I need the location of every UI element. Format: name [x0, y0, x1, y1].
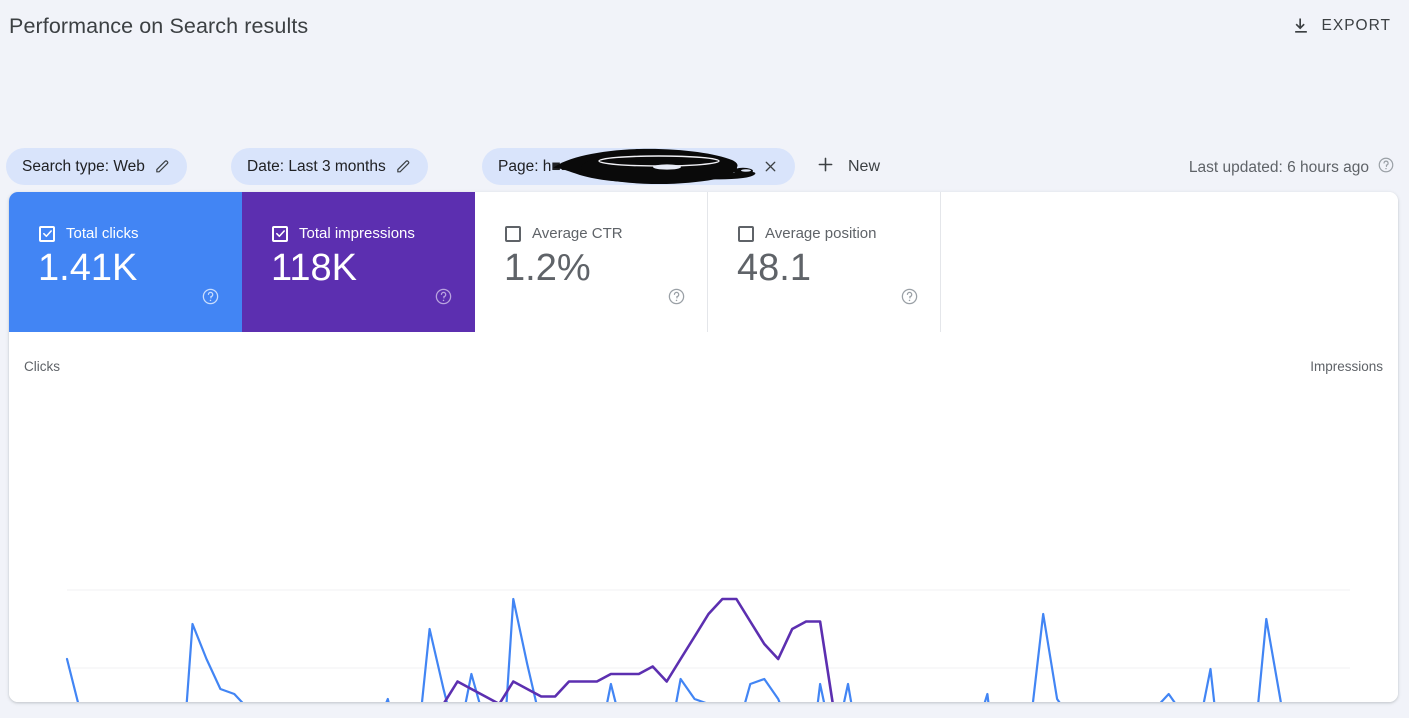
last-updated-text: Last updated: 6 hours ago — [1188, 158, 1369, 176]
performance-panel: Total clicks 1.41K Total impressions 118… — [9, 192, 1398, 702]
help-circle-icon[interactable] — [434, 287, 453, 311]
checkbox-unchecked-icon[interactable] — [505, 225, 521, 242]
help-circle-icon[interactable] — [1377, 156, 1395, 179]
metric-label: Total clicks — [66, 225, 139, 242]
metric-value: 1.2% — [504, 247, 591, 289]
metric-head: Average CTR — [505, 225, 623, 242]
metric-head: Total clicks — [39, 225, 139, 242]
metric-label: Total impressions — [299, 225, 415, 242]
metric-row-spacer — [941, 192, 1398, 332]
export-button[interactable]: EXPORT — [1287, 13, 1395, 39]
filter-chip-page-label: Page: h■■■■■■■■■■■■■■■■... — [498, 157, 715, 175]
filter-chip-search-type[interactable]: Search type: Web — [6, 148, 187, 185]
pencil-icon[interactable] — [154, 158, 171, 175]
page-header: Performance on Search results EXPORT — [0, 0, 1409, 58]
metric-label: Average CTR — [532, 225, 623, 242]
metric-card-total-impressions[interactable]: Total impressions 118K — [242, 192, 475, 332]
new-filter-label: New — [848, 157, 881, 175]
metric-card-average-ctr[interactable]: Average CTR 1.2% — [475, 192, 708, 332]
pencil-icon[interactable] — [395, 158, 412, 175]
metric-value: 1.41K — [38, 247, 138, 289]
metric-head: Average position — [738, 225, 876, 242]
filter-chip-date-label: Date: Last 3 months — [247, 157, 386, 175]
checkbox-checked-icon[interactable] — [272, 225, 288, 242]
metric-card-total-clicks[interactable]: Total clicks 1.41K — [9, 192, 242, 332]
download-icon — [1291, 16, 1311, 36]
help-circle-icon[interactable] — [900, 287, 919, 311]
filter-chip-date[interactable]: Date: Last 3 months — [231, 148, 428, 185]
close-icon[interactable] — [752, 158, 779, 175]
plus-icon — [815, 154, 836, 180]
filter-chip-search-type-label: Search type: Web — [22, 157, 145, 175]
metric-label: Average position — [765, 225, 877, 242]
performance-chart: Clicks Impressions 0 0 16/02/202326/02/2… — [9, 332, 1398, 702]
help-circle-icon[interactable] — [201, 287, 220, 311]
metric-head: Total impressions — [272, 225, 415, 242]
last-updated: Last updated: 6 hours ago — [1189, 156, 1395, 179]
export-label: EXPORT — [1321, 17, 1391, 34]
new-filter-button[interactable]: New — [815, 150, 880, 183]
filter-chip-page[interactable]: Page: h■■■■■■■■■■■■■■■■... — [482, 148, 795, 185]
checkbox-unchecked-icon[interactable] — [738, 225, 754, 242]
metric-cards: Total clicks 1.41K Total impressions 118… — [9, 192, 1398, 332]
page-title: Performance on Search results — [9, 14, 309, 38]
checkbox-checked-icon[interactable] — [39, 225, 55, 242]
metric-value: 118K — [271, 247, 357, 289]
chart-series-impressions — [443, 597, 834, 702]
chart-plot[interactable] — [9, 332, 1398, 702]
filter-bar: Search type: Web Date: Last 3 months Pag… — [0, 58, 1409, 185]
metric-value: 48.1 — [737, 247, 811, 289]
metric-card-average-position[interactable]: Average position 48.1 — [708, 192, 941, 332]
help-circle-icon[interactable] — [667, 287, 686, 311]
